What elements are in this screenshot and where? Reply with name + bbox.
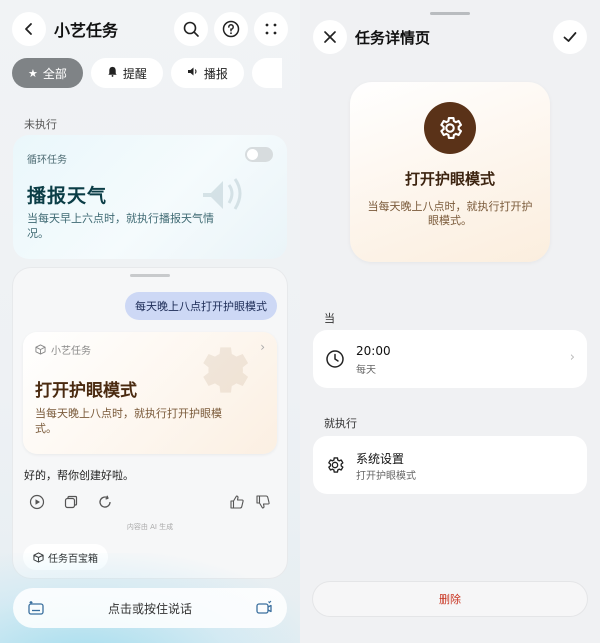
confirm-button[interactable] [553, 20, 587, 54]
gear-icon [440, 117, 463, 139]
clock-icon [326, 350, 344, 368]
user-message: 每天晚上八点打开护眼模式 [125, 292, 277, 320]
action-sub: 打开护眼模式 [356, 471, 416, 482]
star-icon: ★ [28, 66, 38, 80]
chip-reminder[interactable]: 提醒 [90, 58, 163, 88]
play-button[interactable] [27, 492, 47, 512]
close-button[interactable] [313, 20, 347, 54]
check-icon [563, 32, 577, 42]
card-tag: 循环任务 [27, 155, 67, 166]
detail-title: 任务详情页 [355, 28, 431, 47]
loop-toggle[interactable] [245, 147, 273, 162]
sheet-handle[interactable] [430, 12, 470, 15]
chat-sheet: 每天晚上八点打开护眼模式 小艺任务 › 打开护眼模式 当每天晚上八点时，就执行打… [13, 268, 287, 578]
task-hero-card: 打开护眼模式 当每天晚上八点时，就执行打开护眼模式。 [350, 82, 550, 262]
dislike-button[interactable] [253, 492, 273, 512]
filter-chips: ★ 全部 提醒 播报 [12, 58, 300, 88]
settings-badge [424, 102, 476, 154]
refresh-icon [99, 495, 111, 508]
loop-task-card[interactable]: 循环任务 播报天气 当每天早上六点时，就执行播报天气情况。 [13, 135, 287, 259]
trigger-time-card[interactable]: 20:00 每天 › [313, 330, 587, 388]
action-title: 系统设置 [356, 452, 405, 466]
page-title: 小艺任务 [54, 21, 119, 40]
copy-icon [64, 495, 78, 509]
gear-icon [328, 457, 344, 473]
chip-label: 提醒 [122, 66, 147, 81]
voice-input-label: 点击或按住说话 [107, 601, 192, 616]
more-button[interactable] [254, 12, 288, 46]
bell-icon [107, 66, 118, 80]
chip-label: 播报 [203, 66, 228, 81]
weather-deco-icon [203, 178, 242, 210]
left-header: 小艺任务 [12, 12, 288, 46]
assistant-reply: 好的，帮你创建好啦。 [24, 469, 134, 482]
trigger-repeat: 每天 [356, 365, 376, 376]
thumbs-up-icon [230, 495, 244, 509]
camera-icon[interactable] [255, 599, 273, 617]
like-button[interactable] [227, 492, 247, 512]
task-card-desc: 当每天晚上八点时，就执行打开护眼模式。 [35, 407, 222, 435]
hero-title: 打开护眼模式 [404, 170, 495, 188]
reply-actions [27, 492, 273, 512]
right-header: 任务详情页 [313, 20, 587, 54]
chip-more[interactable] [251, 58, 282, 88]
keyboard-icon[interactable] [27, 599, 45, 617]
chevron-right-icon: › [569, 350, 575, 365]
task-card[interactable]: 小艺任务 › 打开护眼模式 当每天晚上八点时，就执行打开护眼模式。 [23, 332, 277, 454]
help-icon [222, 20, 240, 38]
grid-dots-icon [265, 23, 277, 35]
task-card-tag: 小艺任务 [51, 346, 91, 357]
when-label: 当 [324, 312, 335, 325]
chevron-left-icon [25, 23, 32, 35]
task-card-title: 打开护眼模式 [35, 381, 137, 401]
chip-label: 全部 [42, 66, 67, 81]
task-card-header: 小艺任务 [35, 342, 91, 357]
chevron-right-icon: › [260, 340, 265, 354]
regenerate-button[interactable] [95, 492, 115, 512]
copy-button[interactable] [61, 492, 81, 512]
cube-icon [35, 344, 46, 355]
chip-broadcast[interactable]: 播报 [170, 58, 244, 88]
task-list-panel: 小艺任务 ★ 全部 提醒 播报 未执行 循环任务 播报天气 当每天早上六点时，就… [0, 0, 300, 643]
search-icon [183, 21, 199, 37]
search-button[interactable] [174, 12, 208, 46]
thumbs-down-icon [256, 495, 270, 509]
close-icon [324, 31, 336, 43]
card-desc: 当每天早上六点时，就执行播报天气情况。 [27, 212, 214, 240]
play-icon [29, 494, 45, 510]
card-title: 播报天气 [27, 185, 108, 207]
gear-deco-icon [203, 347, 249, 393]
speaker-icon [187, 66, 199, 80]
ai-disclaimer: 内容由 AI 生成 [126, 523, 174, 531]
section-label: 未执行 [24, 118, 57, 131]
delete-button[interactable]: 删除 [313, 582, 587, 616]
drag-handle[interactable] [130, 274, 170, 277]
hero-desc: 当每天晚上八点时，就执行打开护眼模式。 [367, 200, 533, 227]
help-button[interactable] [214, 12, 248, 46]
chip-all[interactable]: ★ 全部 [12, 58, 83, 88]
action-card[interactable]: 系统设置 打开护眼模式 [313, 436, 587, 494]
do-label: 就执行 [324, 417, 357, 430]
back-button[interactable] [12, 12, 46, 46]
voice-input-bar[interactable]: 点击或按住说话 [13, 588, 287, 628]
task-detail-panel: 任务详情页 打开护眼模式 当每天晚上八点时，就执行打开护眼模式。 当 20:00… [300, 0, 600, 643]
trigger-time: 20:00 [356, 344, 391, 358]
